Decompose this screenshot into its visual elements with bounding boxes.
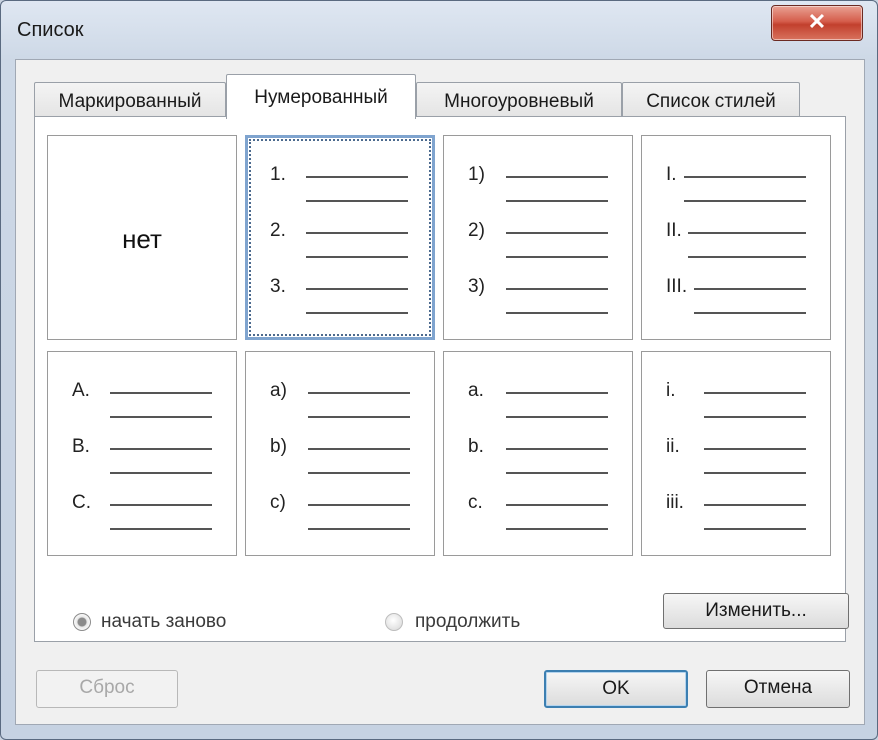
text-line	[688, 232, 806, 234]
text-line	[506, 312, 608, 314]
text-line	[308, 448, 410, 450]
list-marker: iii.	[666, 492, 684, 513]
tab-numbered-label: Нумерованный	[254, 87, 388, 108]
close-icon: ✕	[807, 9, 827, 34]
text-line	[506, 392, 608, 394]
text-line	[308, 416, 410, 418]
list-marker: c.	[468, 492, 483, 513]
list-marker: II.	[666, 220, 682, 241]
list-dialog: Список ✕ Маркированный Нумерованный Мног…	[0, 0, 878, 740]
text-line	[506, 528, 608, 530]
tab-multilevel-label: Многоуровневый	[444, 91, 594, 112]
continue-numbering-radio[interactable]	[385, 613, 403, 631]
text-line	[694, 312, 806, 314]
title-bar: Список ✕	[1, 1, 877, 57]
text-line	[684, 176, 806, 178]
list-marker: b)	[270, 436, 287, 457]
tab-multilevel[interactable]: Многоуровневый	[416, 82, 622, 119]
tab-bulleted-label: Маркированный	[58, 91, 202, 112]
numbering-option-alpha-upper[interactable]: A. B. C.	[47, 351, 237, 556]
text-line	[704, 392, 806, 394]
text-line	[110, 416, 212, 418]
text-line	[506, 256, 608, 258]
text-line	[688, 256, 806, 258]
list-marker: ii.	[666, 436, 680, 457]
tab-bulleted[interactable]: Маркированный	[34, 82, 226, 119]
text-line	[506, 232, 608, 234]
list-marker: a.	[468, 380, 484, 401]
text-line	[306, 200, 408, 202]
list-marker: 3)	[468, 276, 485, 297]
reset-button[interactable]: Сброс	[36, 670, 178, 708]
list-marker: I.	[666, 164, 677, 185]
close-button[interactable]: ✕	[771, 5, 863, 41]
list-marker: i.	[666, 380, 676, 401]
continue-numbering-label: продолжить	[415, 611, 521, 632]
numbering-option-roman-lower[interactable]: i. ii. iii.	[641, 351, 831, 556]
none-label: нет	[122, 224, 162, 254]
text-line	[110, 528, 212, 530]
cancel-button-label: Отмена	[743, 677, 813, 698]
tab-numbered[interactable]: Нумерованный	[226, 74, 416, 119]
text-line	[704, 504, 806, 506]
text-line	[506, 200, 608, 202]
text-line	[110, 504, 212, 506]
ok-button[interactable]: OK	[544, 670, 688, 708]
ok-button-label: OK	[602, 678, 630, 699]
numbering-gallery: нет 1. 2. 3. 1) 2) 3) I. II. III. A. B. …	[34, 116, 849, 642]
text-line	[308, 528, 410, 530]
text-line	[506, 448, 608, 450]
text-line	[704, 472, 806, 474]
text-line	[506, 288, 608, 290]
text-line	[308, 392, 410, 394]
text-line	[306, 256, 408, 258]
list-marker: 1)	[468, 164, 485, 185]
text-line	[308, 504, 410, 506]
text-line	[704, 416, 806, 418]
text-line	[704, 448, 806, 450]
tab-list-styles-label: Список стилей	[646, 91, 776, 112]
text-line	[306, 176, 408, 178]
list-marker: III.	[666, 276, 688, 297]
list-marker: C.	[72, 492, 91, 513]
tab-list-styles[interactable]: Список стилей	[622, 82, 800, 119]
restart-numbering-radio[interactable]	[73, 613, 91, 631]
restart-numbering-label: начать заново	[101, 611, 227, 632]
numbering-option-none[interactable]: нет	[47, 135, 237, 340]
list-marker: 1.	[270, 164, 286, 185]
reset-button-label: Сброс	[79, 677, 135, 698]
text-line	[506, 416, 608, 418]
text-line	[306, 312, 408, 314]
list-marker: 2.	[270, 220, 286, 241]
text-line	[704, 528, 806, 530]
text-line	[110, 472, 212, 474]
dialog-body: Маркированный Нумерованный Многоуровневы…	[15, 59, 865, 725]
list-marker: c)	[270, 492, 286, 513]
numbering-option-alpha-lower-paren[interactable]: a) b) c)	[245, 351, 435, 556]
list-marker: a)	[270, 380, 287, 401]
list-marker: 3.	[270, 276, 286, 297]
text-line	[506, 504, 608, 506]
list-marker: B.	[72, 436, 90, 457]
text-line	[110, 392, 212, 394]
text-line	[694, 288, 806, 290]
text-line	[308, 472, 410, 474]
list-marker: A.	[72, 380, 90, 401]
text-line	[110, 448, 212, 450]
numbering-option-alpha-lower-dot[interactable]: a. b. c.	[443, 351, 633, 556]
numbering-option-arabic-paren[interactable]: 1) 2) 3)	[443, 135, 633, 340]
numbering-option-arabic-dot[interactable]: 1. 2. 3.	[245, 135, 435, 340]
text-line	[506, 176, 608, 178]
list-marker: 2)	[468, 220, 485, 241]
list-marker: b.	[468, 436, 484, 457]
modify-button-label: Изменить...	[705, 600, 807, 621]
text-line	[506, 472, 608, 474]
modify-button[interactable]: Изменить...	[663, 593, 849, 629]
dialog-title: Список	[17, 19, 84, 41]
text-line	[306, 288, 408, 290]
numbering-option-roman-upper[interactable]: I. II. III.	[641, 135, 831, 340]
text-line	[684, 200, 806, 202]
cancel-button[interactable]: Отмена	[706, 670, 850, 708]
text-line	[306, 232, 408, 234]
